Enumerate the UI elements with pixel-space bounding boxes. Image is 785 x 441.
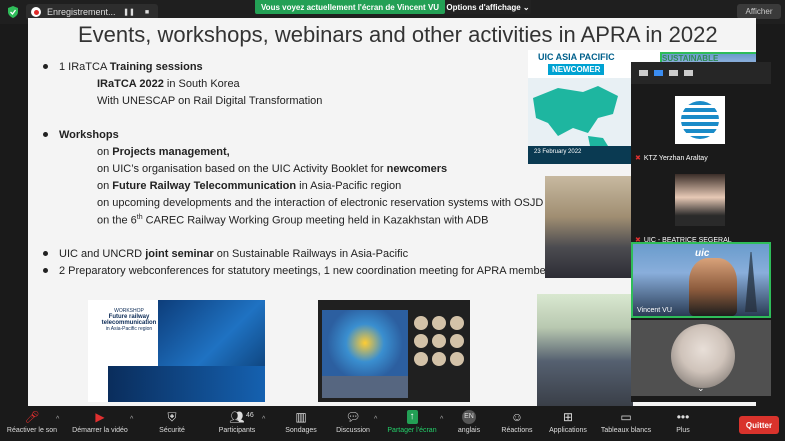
eiffel-tower-background <box>745 252 757 312</box>
slide-line: IRaTCA 2022 in South Korea <box>97 78 240 90</box>
bullet <box>43 132 48 137</box>
recording-label: Enregistrement... <box>47 7 116 17</box>
apps-icon: ⊞ <box>562 410 574 424</box>
shield-icon: ⛨ <box>167 410 177 424</box>
security-button[interactable]: ⛨ Sécurité <box>152 410 192 440</box>
ktz-logo <box>675 96 725 144</box>
slide-line: on Future Railway Telecommunication in A… <box>97 180 402 192</box>
bullet <box>43 268 48 273</box>
slide-line: on Projects management, <box>97 146 230 158</box>
apps-button[interactable]: ⊞ Applications <box>546 410 590 440</box>
show-button[interactable]: Afficher <box>737 4 781 19</box>
shield-icon[interactable] <box>8 6 18 18</box>
start-video-button[interactable]: ▶ Démarrer la vidéo <box>68 410 132 440</box>
participant-tile[interactable]: ✖ KTZ Yerzhan Araltay <box>631 88 771 164</box>
screen-share-banner: Vous voyez actuellement l'écran de Vince… <box>255 0 445 14</box>
participant-avatar <box>675 174 725 226</box>
workshop-poster-text: WORKSHOP Future railway telecommunicatio… <box>101 308 157 332</box>
participant-name: KTZ Yerzhan Araltay <box>643 154 708 162</box>
slide-line: on upcoming developments and the interac… <box>97 197 544 209</box>
webconference-screenshot <box>318 300 470 402</box>
newcomers-image-subtitle: NEWCOMER <box>548 64 605 75</box>
slide-line: 2 Preparatory webconferences for statuto… <box>59 265 555 277</box>
chevron-up-icon[interactable]: ^ <box>56 416 59 423</box>
chevron-up-icon[interactable]: ^ <box>374 416 377 423</box>
muted-microphone-icon: 🎤︎ <box>24 410 40 424</box>
active-speaker-tile[interactable]: uic Vincent VU <box>631 242 771 318</box>
view-layout-switcher[interactable] <box>631 62 771 84</box>
chevron-up-icon[interactable]: ^ <box>262 416 265 423</box>
chat-button[interactable]: 💬︎ Discussion <box>332 410 374 440</box>
meeting-controls-toolbar: 🎤︎ Réactiver le son ^ ▶ Démarrer la vidé… <box>0 408 785 441</box>
group-photo <box>537 294 633 406</box>
pause-recording-button[interactable]: ❚❚ <box>122 6 136 18</box>
participant-video <box>689 258 737 316</box>
reactions-button[interactable]: ☺ Réactions <box>500 410 534 440</box>
stop-recording-button[interactable]: ■ <box>140 6 154 18</box>
layout-icon[interactable] <box>669 70 678 76</box>
view-options-button[interactable]: Options d'affichage ⌄ <box>445 0 531 14</box>
newcomers-image-title: UIC ASIA PACIFIC <box>538 52 615 62</box>
slide-line: on the 6th CAREC Railway Working Group m… <box>97 214 489 227</box>
asia-map-graphic <box>533 86 618 146</box>
muted-mic-icon: ✖ <box>635 155 641 162</box>
video-participants-panel: ✋ ✖KTZ Yerzhan Araltay ✖UIC - BEATRICE S… <box>631 62 771 402</box>
more-icon: ••• <box>676 410 690 424</box>
layout-icon[interactable] <box>654 70 663 76</box>
language-badge-icon: EN <box>462 410 476 424</box>
participants-button[interactable]: 👥︎ Participants <box>212 410 262 440</box>
share-screen-icon: ↑ <box>406 410 418 424</box>
chevron-up-icon[interactable]: ^ <box>130 416 133 423</box>
slide-title: Events, workshops, webinars and other ac… <box>78 22 718 47</box>
bar-chart-icon: ▥ <box>295 410 307 424</box>
participant-tile[interactable]: ⌄ <box>631 320 771 396</box>
slide-line: on UIC’s organisation based on the UIC A… <box>97 163 448 175</box>
record-icon <box>31 7 41 17</box>
participants-icon: 👥︎ <box>229 410 245 424</box>
interpretation-button[interactable]: EN anglais <box>454 410 484 440</box>
layout-icon[interactable] <box>684 70 693 76</box>
chat-icon: 💬︎ <box>345 410 361 424</box>
participant-tile[interactable]: ✖ UIC - BEATRICE SEGERAL <box>631 170 771 246</box>
leave-meeting-button[interactable]: Quitter <box>739 416 779 434</box>
chevron-down-icon[interactable]: ⌄ <box>697 383 705 394</box>
smiley-icon: ☺ <box>510 410 524 424</box>
participants-count: 46 <box>246 412 254 419</box>
meeting-room-photo <box>545 176 633 278</box>
more-button[interactable]: ••• Plus <box>672 410 694 440</box>
slide-line: With UNESCAP on Rail Digital Transformat… <box>97 95 323 107</box>
slide-line: 1 IRaTCA Training sessions <box>59 61 203 73</box>
video-off-icon: ▶ <box>95 410 105 424</box>
whiteboard-icon: ▭ <box>620 410 632 424</box>
layout-icon[interactable] <box>639 70 648 76</box>
participant-video <box>671 324 735 388</box>
chevron-up-icon[interactable]: ^ <box>440 416 443 423</box>
whiteboards-button[interactable]: ▭ Tableaux blancs <box>598 410 654 440</box>
slide-line: Workshops <box>59 129 119 141</box>
newcomers-image-date: 23 February 2022 <box>534 149 582 155</box>
workshop-poster-image: WORKSHOP Future railway telecommunicatio… <box>88 300 265 402</box>
slide-line: UIC and UNCRD joint seminar on Sustainab… <box>59 248 409 260</box>
participant-name: Vincent VU <box>637 307 672 314</box>
bullet <box>43 251 48 256</box>
polls-button[interactable]: ▥ Sondages <box>282 410 320 440</box>
share-screen-button[interactable]: ↑ Partager l'écran <box>384 410 440 440</box>
unmute-button[interactable]: 🎤︎ Réactiver le son <box>4 410 60 440</box>
bullet <box>43 64 48 69</box>
